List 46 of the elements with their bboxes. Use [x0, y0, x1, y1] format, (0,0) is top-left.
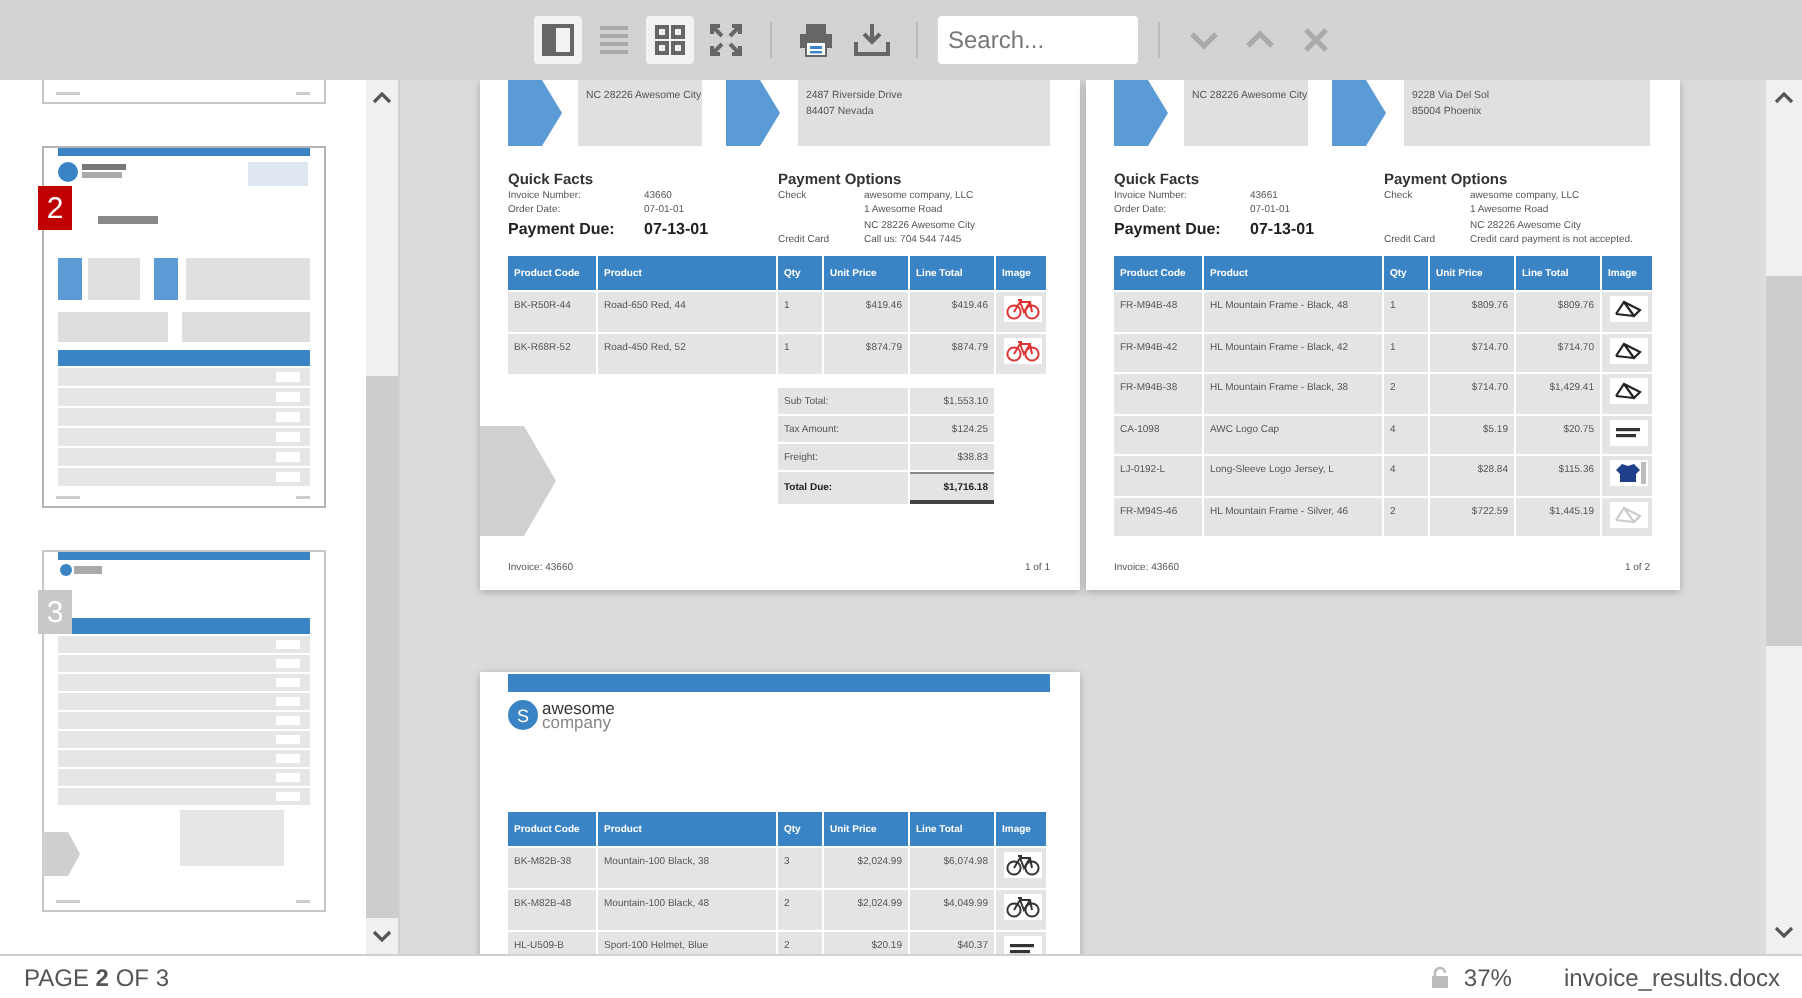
- no-image-placeholder: [1610, 419, 1648, 445]
- jersey-icon: [1610, 460, 1648, 486]
- page-indicator: PAGE 2 OF 3: [24, 963, 169, 991]
- chevron-shape: [726, 80, 780, 146]
- logo-icon: S: [508, 700, 538, 730]
- page-thumbnail-drawing[interactable]: [42, 550, 326, 912]
- chevron-shape: [508, 80, 562, 146]
- grid-view-button[interactable]: [646, 16, 694, 64]
- due-label: Payment Due:: [1114, 219, 1223, 240]
- zoom-level: 37%: [1463, 963, 1512, 991]
- printer-icon: [798, 22, 834, 58]
- caret-up-icon: [372, 91, 392, 103]
- grid-view-icon: [654, 24, 686, 56]
- scrollbar-thumb[interactable]: [1766, 276, 1802, 646]
- logo-text: company: [542, 715, 611, 729]
- due-date: 07-13-01: [1250, 219, 1317, 240]
- bicycle-icon: [1004, 852, 1042, 878]
- page-number-badge: 2: [38, 186, 72, 230]
- bicycle-icon: [1004, 296, 1042, 322]
- fullscreen-icon: [710, 24, 742, 56]
- bicycle-icon: [1004, 894, 1042, 920]
- text-lines-icon: [598, 24, 630, 56]
- single-page-view-icon: [542, 24, 574, 56]
- lock-icon: [1429, 966, 1450, 988]
- page-thumbnail-drawing[interactable]: [42, 146, 326, 508]
- caret-down-icon: [1774, 925, 1794, 937]
- close-icon: [1300, 24, 1332, 56]
- file-name: invoice_results.docx: [1563, 963, 1780, 991]
- scrollbar-thumb[interactable]: [366, 376, 398, 918]
- bike-frame-icon: [1610, 337, 1648, 363]
- download-icon: [854, 22, 890, 58]
- bike-frame-icon: [1610, 501, 1648, 527]
- chevron-shape: [480, 426, 556, 536]
- chevron-shape: [1114, 80, 1168, 146]
- due-date: 07-13-01: [644, 219, 711, 240]
- bike-frame-icon: [1610, 296, 1648, 322]
- search-field[interactable]: Search...: [938, 16, 1138, 64]
- logo-text: awesome: [542, 701, 615, 715]
- single-page-view-button[interactable]: [534, 16, 582, 64]
- due-label: Payment Due:: [508, 219, 617, 240]
- page-thumbnail-drawing[interactable]: [42, 80, 326, 104]
- bicycle-icon: [1004, 338, 1042, 364]
- chevron-shape: [1332, 80, 1386, 146]
- bike-frame-icon: [1610, 378, 1648, 404]
- caret-up-icon: [1774, 91, 1794, 103]
- caret-down-icon: [372, 929, 392, 941]
